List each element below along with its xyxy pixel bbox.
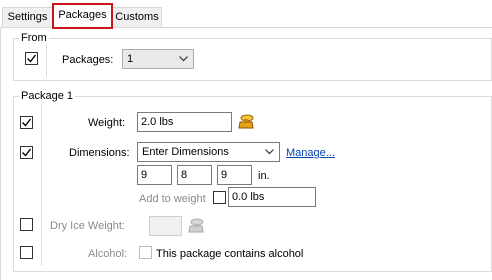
alcohol-checkbox[interactable] [139,246,152,259]
dim-length-input[interactable]: 9 [137,165,172,185]
weight-label: Weight: [88,117,126,129]
dimensions-select-value: Enter Dimensions [142,146,229,158]
dry-ice-input[interactable] [149,216,182,236]
weight-input[interactable]: 2.0 lbs [137,112,232,132]
tab-packages[interactable]: Packages [52,3,113,29]
checkmark-icon [22,148,32,157]
tab-packages-label: Packages [58,9,107,21]
manage-link[interactable]: Manage... [286,146,335,160]
dimensions-label: Dimensions: [69,147,130,159]
packages-select[interactable]: 1 [122,49,194,69]
chevron-down-icon [179,56,188,62]
weight-checkbox[interactable] [20,116,33,129]
alcohol-checkbox-label: This package contains alcohol [156,248,304,260]
dimensions-select[interactable]: Enter Dimensions [137,142,280,162]
checkmark-icon [27,54,37,63]
packages-label: Packages: [62,54,114,66]
add-to-weight-input[interactable]: 0.0 lbs [228,187,316,207]
packages-select-value: 1 [127,53,134,65]
checkmark-icon [22,118,32,127]
add-to-weight-label: Add to weight [139,193,206,205]
dim-height-input[interactable]: 9 [217,165,252,185]
chevron-down-icon [265,149,274,155]
tab-settings-label: Settings [7,11,48,23]
tab-customs-label: Customs [115,11,159,23]
tab-settings[interactable]: Settings [2,7,53,28]
from-legend: From [19,32,49,44]
tab-customs[interactable]: Customs [112,7,162,28]
scale-icon[interactable] [237,113,255,131]
dimensions-checkbox[interactable] [20,146,33,159]
alcohol-label: Alcohol: [88,248,128,260]
from-checkbox[interactable] [25,52,38,65]
add-to-weight-checkbox[interactable] [213,191,226,204]
dim-unit-label: in. [258,170,270,182]
dry-ice-label: Dry Ice Weight: [50,220,125,232]
dry-ice-checkbox[interactable] [20,218,33,231]
scale-icon-disabled [187,217,205,235]
package-legend: Package 1 [19,90,75,102]
alcohol-enable-checkbox[interactable] [20,246,33,259]
dim-width-input[interactable]: 8 [177,165,212,185]
